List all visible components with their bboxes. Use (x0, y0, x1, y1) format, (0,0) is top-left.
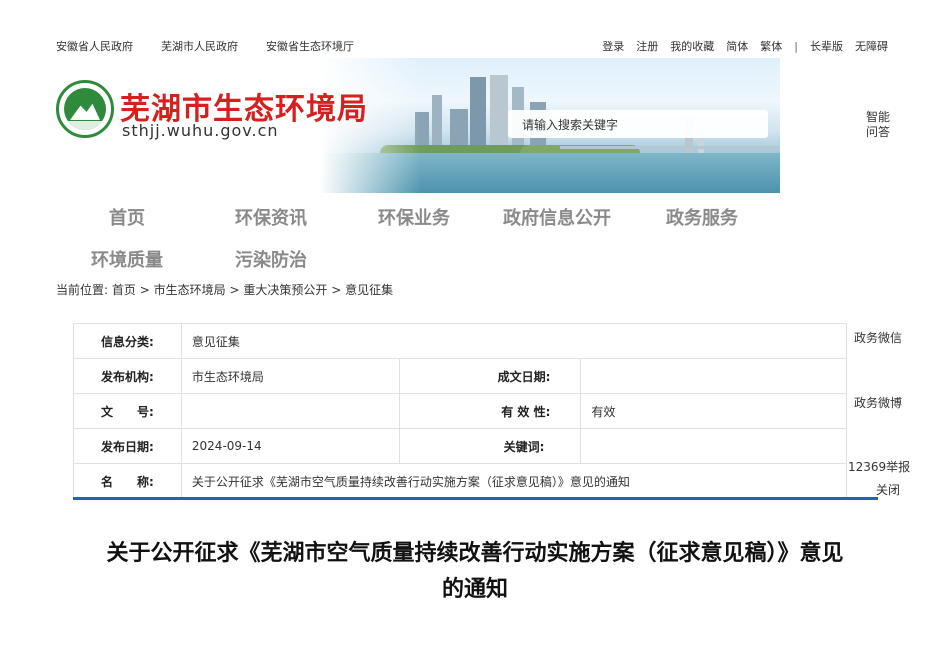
breadcrumb: 当前位置: 首页 > 市生态环境局 > 重大决策预公开 > 意见征集 (56, 281, 393, 298)
link-anhui-gov[interactable]: 安徽省人民政府 (56, 38, 133, 54)
table-row: 发布机构: 市生态环境局 成文日期: (73, 358, 847, 394)
wechat-link[interactable]: 政务微信 (854, 329, 902, 346)
table-row: 发布日期: 2024-09-14 关键词: (73, 428, 847, 464)
breadcrumb-sep: > (331, 283, 342, 297)
table-row: 文 号: 有 效 性: 有效 (73, 393, 847, 429)
site-logo[interactable] (56, 80, 114, 138)
nav-env-quality[interactable]: 环境质量 (91, 246, 163, 272)
register-link[interactable]: 注册 (636, 38, 658, 54)
nav-env-news[interactable]: 环保资讯 (235, 204, 307, 230)
category-label: 信息分类: (73, 323, 182, 359)
mountain-emblem-icon (64, 88, 106, 130)
traditional-link[interactable]: 繁体 (760, 38, 782, 54)
pub-date-value: 2024-09-14 (180, 428, 400, 464)
category-value: 意见征集 (180, 323, 848, 359)
accessibility-link[interactable]: 无障碍 (855, 38, 888, 54)
user-links: 登录 注册 我的收藏 简体 繁体 | 长辈版 无障碍 (602, 38, 888, 54)
breadcrumb-home[interactable]: 首页 (112, 283, 136, 297)
link-wuhu-gov[interactable]: 芜湖市人民政府 (161, 38, 238, 54)
validity-label: 有 效 性: (398, 393, 582, 429)
publisher-label: 发布机构: (73, 358, 182, 394)
keywords-label: 关键词: (398, 428, 582, 464)
divider: | (794, 39, 798, 53)
breadcrumb-prefix: 当前位置: (56, 283, 109, 297)
favorites-link[interactable]: 我的收藏 (670, 38, 714, 54)
smart-qa-button[interactable]: 智能 问答 (866, 110, 890, 140)
close-side-button[interactable]: 关闭 (876, 481, 900, 498)
date-made-value (580, 358, 847, 394)
table-bottom-bar (73, 497, 878, 500)
name-value: 关于公开征求《芜湖市空气质量持续改善行动实施方案（征求意见稿）》意见的通知 (180, 463, 848, 499)
name-label: 名 称: (73, 463, 182, 499)
validity-value: 有效 (580, 393, 847, 429)
publisher-value: 市生态环境局 (180, 358, 400, 394)
breadcrumb-sep: > (229, 283, 240, 297)
nav-gov-service[interactable]: 政务服务 (666, 204, 738, 230)
login-link[interactable]: 登录 (602, 38, 624, 54)
site-domain: sthjj.wuhu.gov.cn (122, 121, 279, 140)
doc-no-value (180, 393, 400, 429)
elder-mode-link[interactable]: 长辈版 (810, 38, 843, 54)
simplified-link[interactable]: 简体 (726, 38, 748, 54)
smart-qa-line1: 智能 (866, 110, 891, 124)
info-table: 信息分类: 意见征集 发布机构: 市生态环境局 成文日期: 文 号: 有 效 性… (73, 323, 848, 499)
nav-gov-info[interactable]: 政府信息公开 (503, 204, 611, 230)
nav-home[interactable]: 首页 (109, 204, 145, 230)
weibo-link[interactable]: 政务微博 (854, 394, 902, 411)
doc-no-label: 文 号: (73, 393, 182, 429)
breadcrumb-sep: > (139, 283, 150, 297)
nav-pollution-control[interactable]: 污染防治 (235, 246, 307, 272)
date-made-label: 成文日期: (398, 358, 582, 394)
smart-qa-line2: 问答 (866, 125, 891, 139)
breadcrumb-decision[interactable]: 重大决策预公开 (243, 283, 327, 297)
pub-date-label: 发布日期: (73, 428, 182, 464)
link-anhui-env[interactable]: 安徽省生态环境厅 (266, 38, 354, 54)
nav-env-business[interactable]: 环保业务 (378, 204, 450, 230)
table-row: 信息分类: 意见征集 (73, 323, 848, 359)
keywords-value (580, 428, 847, 464)
article-title: 关于公开征求《芜湖市空气质量持续改善行动实施方案（征求意见稿）》意见的通知 (106, 541, 844, 602)
breadcrumb-bureau[interactable]: 市生态环境局 (154, 283, 226, 297)
breadcrumb-current[interactable]: 意见征集 (345, 283, 393, 297)
search-input[interactable]: 请输入搜索关键字 (508, 110, 768, 138)
report-12369-link[interactable]: 12369举报 (848, 458, 910, 475)
top-links: 安徽省人民政府 芜湖市人民政府 安徽省生态环境厅 (56, 38, 354, 54)
table-row: 名 称: 关于公开征求《芜湖市空气质量持续改善行动实施方案（征求意见稿）》意见的… (73, 463, 848, 499)
